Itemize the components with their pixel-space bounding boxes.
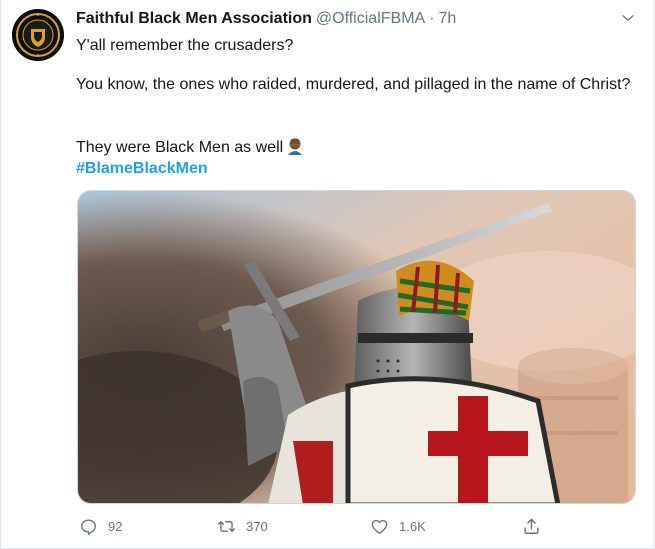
fbma-logo-icon [12,9,64,61]
author-handle[interactable]: @OfficialFBMA [316,9,425,29]
tweet-text-line-3: They were Black Men as well [76,137,636,158]
author-avatar[interactable] [12,9,64,61]
reply-button[interactable]: 92 [79,516,122,536]
tweet-text-line-2: You know, the ones who raided, murdered,… [76,76,631,93]
like-button[interactable]: 1.6K [370,516,426,536]
tweet-text-line-3-label: They were Black Men as well [76,139,284,156]
retweet-count: 370 [246,518,268,534]
tweet-menu-button[interactable] [618,9,638,27]
reply-count: 92 [108,518,123,534]
person-facepalming-emoji-icon [288,138,303,155]
hashtag-link[interactable]: #BlameBlackMen [76,158,208,179]
tweet-timestamp[interactable]: 7h [439,9,457,29]
tweet-actions: 92 370 1.6K [0,516,655,536]
share-icon [524,518,539,534]
like-count: 1.6K [399,518,426,534]
crusader-knight-image [78,191,635,503]
heart-icon [371,519,388,534]
retweet-icon [217,520,236,532]
reply-icon [81,518,96,535]
tweet-image[interactable] [77,190,636,504]
tweet-header: Faithful Black Men Association @Official… [76,9,456,29]
share-button[interactable] [522,516,541,536]
chevron-down-icon [622,15,634,21]
separator-dot: · [429,10,435,27]
retweet-button[interactable]: 370 [217,516,268,536]
tweet-text-line-1: Y'all remember the crusaders? [76,37,294,54]
author-name[interactable]: Faithful Black Men Association [76,9,312,29]
